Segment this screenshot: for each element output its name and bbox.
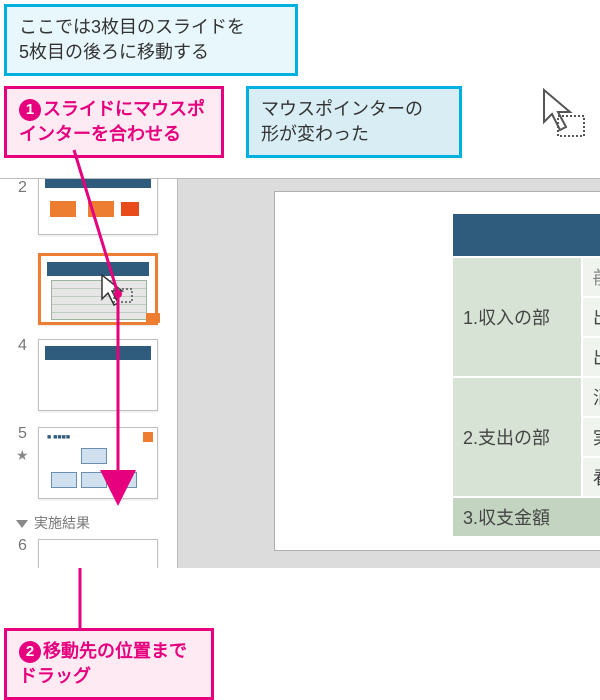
callout-step1: 1スライドにマウスポ インターを合わせる: [4, 86, 224, 158]
slide-thumbnail-3[interactable]: [38, 253, 158, 325]
move-cursor-icon: [540, 86, 596, 146]
callout-step2: 2移動先の位置まで ドラッグ: [4, 628, 214, 700]
slide-number: 5: [18, 425, 27, 443]
slide-editor-pane[interactable]: 項目 1.収入の部 前回からの繰越金 出店料（A区画） 出店料（B区画） 2.支…: [178, 179, 600, 568]
table-cell[interactable]: 出店料（B区画）: [582, 337, 600, 377]
slide-canvas[interactable]: 項目 1.収入の部 前回からの繰越金 出店料（A区画） 出店料（B区画） 2.支…: [274, 191, 600, 551]
slide-thumbnail-4[interactable]: [38, 339, 158, 411]
slide-thumbnail-5[interactable]: ■ ■■■■: [38, 427, 158, 499]
slide-thumbnail-6[interactable]: [38, 539, 158, 568]
callout-pointer-line1: マウスポインターの: [261, 97, 447, 122]
step2-line2: ドラッグ: [19, 664, 199, 689]
slide-thumbnails-pane[interactable]: 2 4 5 ★ ■ ■■■■: [0, 179, 178, 568]
step2-line1: 移動先の位置まで: [43, 641, 187, 661]
table-cell[interactable]: 看板、ポスター制: [582, 457, 600, 497]
table-cell[interactable]: 1.収入の部: [452, 257, 582, 377]
section-collapse-icon[interactable]: [16, 520, 28, 528]
animation-star-icon: ★: [16, 447, 29, 464]
table-cell[interactable]: 出店料（A区画）: [582, 297, 600, 337]
callout-intro: ここでは3枚目のスライドを 5枚目の後ろに移動する: [4, 4, 298, 76]
step1-badge: 1: [19, 99, 41, 121]
step1-line1: スライドにマウスポ: [43, 99, 205, 119]
table-cell[interactable]: 前回からの繰越金: [582, 257, 600, 297]
table-cell[interactable]: 2.支出の部: [452, 377, 582, 497]
step1-line2: インターを合わせる: [19, 122, 209, 147]
callout-pointer-line2: 形が変わった: [261, 122, 447, 147]
section-header[interactable]: 実施結果: [16, 513, 90, 533]
slide-number: 6: [18, 537, 27, 555]
table-header: 項目: [452, 213, 600, 257]
table-cell[interactable]: 消耗品: [582, 377, 600, 417]
slide-number: 4: [18, 337, 27, 355]
app-area: 2 4 5 ★ ■ ■■■■: [0, 178, 600, 568]
step2-badge: 2: [19, 641, 41, 663]
content-table[interactable]: 項目 1.収入の部 前回からの繰越金 出店料（A区画） 出店料（B区画） 2.支…: [451, 212, 600, 538]
callout-pointer: マウスポインターの 形が変わった: [246, 86, 462, 158]
callout-intro-line1: ここでは3枚目のスライドを: [19, 15, 283, 40]
callout-intro-line2: 5枚目の後ろに移動する: [19, 40, 283, 65]
section-label: 実施結果: [34, 515, 90, 531]
drag-slide-badge-icon: [146, 313, 160, 323]
table-cell[interactable]: 3.収支金額: [452, 497, 600, 537]
table-cell[interactable]: 実行員会お弁当: [582, 417, 600, 457]
slide-thumbnail-2[interactable]: [38, 179, 158, 235]
slide-number: 2: [18, 179, 27, 197]
